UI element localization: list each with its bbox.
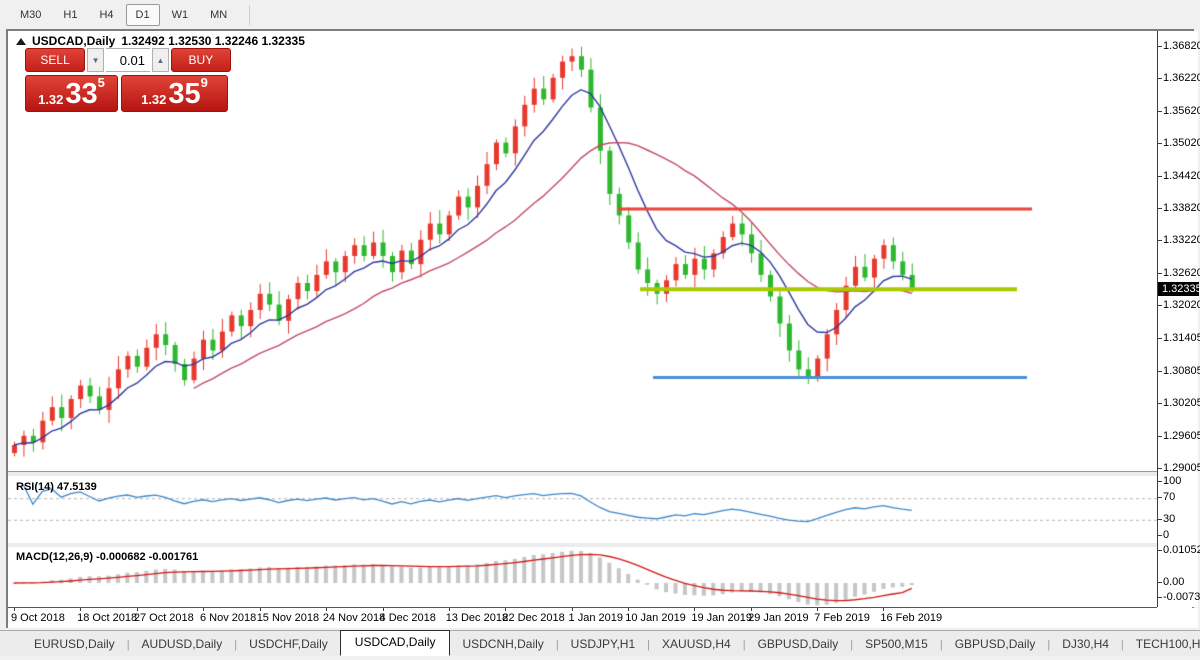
date-tick-mark <box>817 608 818 611</box>
sell-price-pip: 5 <box>98 68 105 98</box>
rsi-tick-label: 70 <box>1163 491 1175 503</box>
tab-usdcnh[interactable]: USDCNH,Daily <box>450 633 555 656</box>
timeframe-toolbar: M30H1H4D1W1MN <box>0 0 1200 29</box>
sell-price-prefix: 1.32 <box>38 91 63 108</box>
date-tick-mark <box>80 608 81 611</box>
price-tick-label: 1.32020 <box>1163 299 1200 311</box>
tab-gbpusd[interactable]: GBPUSD,Daily <box>943 633 1048 656</box>
price-tick-label: 1.35020 <box>1163 137 1200 149</box>
date-tick-mark <box>628 608 629 611</box>
rsi-tick-label: 100 <box>1163 475 1181 487</box>
price-tick-label: 1.35620 <box>1163 105 1200 117</box>
tab-xauusd[interactable]: XAUUSD,H4 <box>650 633 743 656</box>
chart-title: USDCAD,Daily 1.32492 1.32530 1.32246 1.3… <box>16 34 305 48</box>
macd-tick-label: -0.0073 <box>1163 591 1200 603</box>
date-tick-label: 19 Jan 2019 <box>691 612 752 624</box>
tab-usdchf[interactable]: USDCHF,Daily <box>237 633 340 656</box>
price-tick-label: 1.33820 <box>1163 202 1200 214</box>
date-tick-mark <box>572 608 573 611</box>
buy-price-quote[interactable]: 1.32 35 9 <box>121 75 228 112</box>
price-tick-label: 1.32620 <box>1163 267 1200 279</box>
date-tick-label: 10 Jan 2019 <box>625 612 686 624</box>
price-tick-label: 1.31405 <box>1163 332 1200 344</box>
current-price-badge: 1.32335 <box>1158 282 1199 296</box>
tab-dj30[interactable]: DJ30,H4 <box>1050 633 1121 656</box>
date-tick-label: 27 Oct 2018 <box>134 612 194 624</box>
timeframe-button-mn[interactable]: MN <box>200 4 237 26</box>
tab-audusd[interactable]: AUDUSD,Daily <box>130 633 235 656</box>
date-tick-label: 22 Dec 2018 <box>502 612 564 624</box>
date-tick-label: 4 Dec 2018 <box>380 612 436 624</box>
price-tick-label: 1.33220 <box>1163 234 1200 246</box>
date-tick-mark <box>449 608 450 611</box>
date-tick-mark <box>505 608 506 611</box>
timeframe-button-d1[interactable]: D1 <box>126 4 160 26</box>
tab-gbpusd[interactable]: GBPUSD,Daily <box>746 633 851 656</box>
tab-usdjpy[interactable]: USDJPY,H1 <box>559 633 647 656</box>
date-tick-label: 7 Feb 2019 <box>814 612 870 624</box>
date-tick-label: 16 Feb 2019 <box>880 612 942 624</box>
sell-button[interactable]: SELL <box>25 48 85 72</box>
volume-increase-button[interactable]: ▲ <box>152 48 169 72</box>
date-tick-label: 13 Dec 2018 <box>446 612 508 624</box>
buy-price-prefix: 1.32 <box>141 91 166 108</box>
symbol-tab-bar: EURUSD,Daily|AUDUSD,Daily|USDCHF,DailyUS… <box>0 630 1200 656</box>
buy-price-big: 35 <box>168 80 200 108</box>
timeframe-button-h4[interactable]: H4 <box>89 4 123 26</box>
volume-input[interactable] <box>106 48 150 72</box>
date-tick-mark <box>203 608 204 611</box>
timeframe-button-m30[interactable]: M30 <box>10 4 51 26</box>
date-tick-label: 6 Nov 2018 <box>200 612 256 624</box>
rsi-label: RSI(14) 47.5139 <box>16 481 97 493</box>
timeframe-button-h1[interactable]: H1 <box>53 4 87 26</box>
price-tick-label: 1.30205 <box>1163 397 1200 409</box>
date-tick-label: 18 Oct 2018 <box>77 612 137 624</box>
tab-tech100[interactable]: TECH100,H1 <box>1124 633 1200 656</box>
sell-price-big: 33 <box>65 80 97 108</box>
date-tick-mark <box>14 608 15 611</box>
tab-usdcad[interactable]: USDCAD,Daily <box>340 630 451 656</box>
price-tick-label: 1.36820 <box>1163 40 1200 52</box>
date-tick-mark <box>137 608 138 611</box>
date-tick-mark <box>883 608 884 611</box>
price-tick-label: 1.36220 <box>1163 72 1200 84</box>
rsi-tick-label: 0 <box>1163 529 1169 541</box>
sell-price-quote[interactable]: 1.32 33 5 <box>25 75 118 112</box>
toolbar-separator <box>249 5 250 25</box>
rsi-tick-label: 30 <box>1163 513 1175 525</box>
date-tick-mark <box>751 608 752 611</box>
date-tick-label: 24 Nov 2018 <box>323 612 385 624</box>
collapse-triangle-icon[interactable] <box>16 38 26 45</box>
date-tick-mark <box>383 608 384 611</box>
one-click-trade-panel: SELL ▼ ▲ BUY 1.32 33 5 1.32 35 9 <box>25 48 231 112</box>
tab-eurusd[interactable]: EURUSD,Daily <box>22 633 127 656</box>
date-tick-label: 15 Nov 2018 <box>257 612 319 624</box>
date-tick-label: 9 Oct 2018 <box>11 612 65 624</box>
date-tick-mark <box>260 608 261 611</box>
chart-ohlc-values: 1.32492 1.32530 1.32246 1.32335 <box>121 34 305 48</box>
price-tick-label: 1.29005 <box>1163 462 1200 474</box>
price-axis[interactable]: 1.32335 1.36820 1.36220 1.35620 1.35020 1.34… <box>1157 31 1198 607</box>
rsi-indicator-canvas[interactable] <box>8 476 1157 547</box>
macd-label: MACD(12,26,9) -0.000682 -0.001761 <box>16 551 198 563</box>
chart-symbol-label: USDCAD,Daily <box>32 34 115 48</box>
date-tick-mark <box>694 608 695 611</box>
macd-tick-label: 0.010525 <box>1163 544 1200 556</box>
date-tick-label: 1 Jan 2019 <box>569 612 623 624</box>
timeframe-button-w1[interactable]: W1 <box>162 4 199 26</box>
price-tick-label: 1.30805 <box>1163 365 1200 377</box>
price-tick-label: 1.29605 <box>1163 430 1200 442</box>
date-tick-label: 29 Jan 2019 <box>748 612 809 624</box>
date-tick-mark <box>326 608 327 611</box>
tab-sp500[interactable]: SP500,M15 <box>853 633 940 656</box>
date-axis[interactable]: 9 Oct 2018 18 Oct 201827 Oct 2018 6 Nov 20… <box>8 608 1198 628</box>
macd-tick-label: 0.00 <box>1163 576 1184 588</box>
price-tick-label: 1.34420 <box>1163 170 1200 182</box>
buy-price-pip: 9 <box>201 68 208 98</box>
